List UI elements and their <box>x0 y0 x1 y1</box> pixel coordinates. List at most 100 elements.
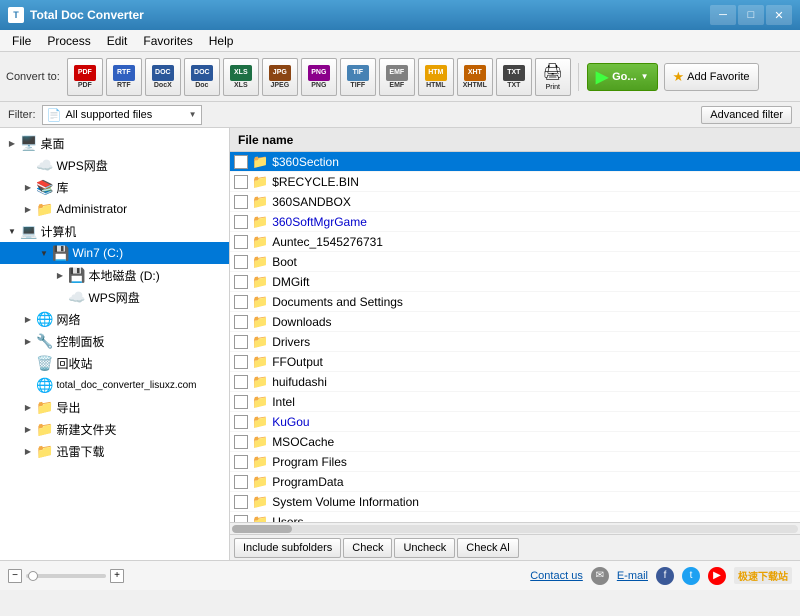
file-checkbox[interactable] <box>234 375 248 389</box>
emf-icon: EMF <box>386 65 408 81</box>
file-checkbox[interactable] <box>234 515 248 523</box>
file-checkbox[interactable] <box>234 475 248 489</box>
file-row[interactable]: 📁Users <box>230 512 800 522</box>
include-subfolders-button[interactable]: Include subfolders <box>234 538 341 558</box>
minimize-button[interactable]: ─ <box>710 5 736 25</box>
format-tiff-button[interactable]: TIF TIFF <box>340 58 376 96</box>
file-checkbox[interactable] <box>234 215 248 229</box>
tree-item-thunder[interactable]: ▶ 📁 迅雷下载 <box>0 440 229 462</box>
file-row[interactable]: 📁360SoftMgrGame <box>230 212 800 232</box>
file-row[interactable]: 📁Drivers <box>230 332 800 352</box>
file-row[interactable]: 📁Program Files <box>230 452 800 472</box>
zoom-plus-button[interactable]: + <box>110 569 124 583</box>
format-docx-button[interactable]: DOC DocX <box>145 58 181 96</box>
format-emf-button[interactable]: EMF EMF <box>379 58 415 96</box>
txt-label: TXT <box>507 82 520 89</box>
file-checkbox[interactable] <box>234 395 248 409</box>
tree-item-local-d[interactable]: ▶ 💾 本地磁盘 (D:) <box>0 264 229 286</box>
zoom-slider[interactable]: − + <box>8 569 124 583</box>
file-checkbox[interactable] <box>234 355 248 369</box>
file-row[interactable]: 📁KuGou <box>230 412 800 432</box>
menu-favorites[interactable]: Favorites <box>135 31 200 51</box>
check-button[interactable]: Check <box>343 538 392 558</box>
advanced-filter-button[interactable]: Advanced filter <box>701 106 792 124</box>
tree-item-wps-cloud2[interactable]: ☁️ WPS网盘 <box>0 286 229 308</box>
go-button[interactable]: ▶ Go... ▼ <box>587 63 658 91</box>
tree-expand-site <box>20 377 36 393</box>
file-row[interactable]: 📁huifudashi <box>230 372 800 392</box>
format-jpeg-button[interactable]: JPG JPEG <box>262 58 298 96</box>
file-checkbox[interactable] <box>234 495 248 509</box>
print-button[interactable]: 🖨 Print <box>535 58 571 96</box>
file-checkbox[interactable] <box>234 195 248 209</box>
file-row[interactable]: 📁MSOCache <box>230 432 800 452</box>
zoom-minus-button[interactable]: − <box>8 569 22 583</box>
file-row[interactable]: 📁ProgramData <box>230 472 800 492</box>
menu-process[interactable]: Process <box>39 31 98 51</box>
add-favorite-button[interactable]: ★ Add Favorite <box>664 63 759 91</box>
tree-item-administrator[interactable]: ▶ 📁 Administrator <box>0 198 229 220</box>
tree-item-recycle[interactable]: 🗑️ 回收站 <box>0 352 229 374</box>
file-row[interactable]: 📁$360Section <box>230 152 800 172</box>
file-row[interactable]: 📁DMGift <box>230 272 800 292</box>
file-checkbox[interactable] <box>234 315 248 329</box>
twitter-icon[interactable]: t <box>682 567 700 585</box>
email-link[interactable]: E-mail <box>617 570 648 582</box>
file-checkbox[interactable] <box>234 455 248 469</box>
status-bar: − + Contact us ✉ E-mail f t ▶ 极速下载站 <box>0 560 800 590</box>
format-html-button[interactable]: HTM HTML <box>418 58 454 96</box>
scrollbar-thumb[interactable] <box>232 525 292 533</box>
slider-thumb[interactable] <box>28 571 38 581</box>
file-row[interactable]: 📁FFOutput <box>230 352 800 372</box>
tree-item-library[interactable]: ▶ 📚 库 <box>0 176 229 198</box>
tree-item-wps-cloud[interactable]: ☁️ WPS网盘 <box>0 154 229 176</box>
facebook-icon[interactable]: f <box>656 567 674 585</box>
uncheck-button[interactable]: Uncheck <box>394 538 455 558</box>
tree-item-control[interactable]: ▶ 🔧 控制面板 <box>0 330 229 352</box>
format-rtf-button[interactable]: RTF RTF <box>106 58 142 96</box>
file-checkbox[interactable] <box>234 435 248 449</box>
file-row[interactable]: 📁System Volume Information <box>230 492 800 512</box>
format-pdf-button[interactable]: PDF PDF <box>67 58 103 96</box>
file-row[interactable]: 📁360SANDBOX <box>230 192 800 212</box>
file-checkbox[interactable] <box>234 175 248 189</box>
format-xls-button[interactable]: XLS XLS <box>223 58 259 96</box>
maximize-button[interactable]: □ <box>738 5 764 25</box>
tree-item-win7c[interactable]: ▼ 💾 Win7 (C:) <box>0 242 229 264</box>
filter-select[interactable]: 📄 All supported files ▼ <box>42 105 202 125</box>
tree-item-export[interactable]: ▶ 📁 导出 <box>0 396 229 418</box>
check-all-button[interactable]: Check Al <box>457 538 518 558</box>
file-checkbox[interactable] <box>234 335 248 349</box>
file-row[interactable]: 📁Intel <box>230 392 800 412</box>
slider-track <box>26 574 106 578</box>
menu-help[interactable]: Help <box>201 31 242 51</box>
format-txt-button[interactable]: TXT TXT <box>496 58 532 96</box>
email-icon[interactable]: ✉ <box>591 567 609 585</box>
folder-icon: 📁 <box>252 294 268 310</box>
file-row[interactable]: 📁Documents and Settings <box>230 292 800 312</box>
contact-us-link[interactable]: Contact us <box>530 570 583 582</box>
tree-item-total-site[interactable]: 🌐 total_doc_converter_lisuxz.com <box>0 374 229 396</box>
menu-file[interactable]: File <box>4 31 39 51</box>
file-row[interactable]: 📁Boot <box>230 252 800 272</box>
file-row[interactable]: 📁Auntec_1545276731 <box>230 232 800 252</box>
file-checkbox[interactable] <box>234 275 248 289</box>
file-row[interactable]: 📁Downloads <box>230 312 800 332</box>
file-row[interactable]: 📁$RECYCLE.BIN <box>230 172 800 192</box>
file-checkbox[interactable] <box>234 255 248 269</box>
format-xhtml-button[interactable]: XHT XHTML <box>457 58 493 96</box>
tree-item-desktop[interactable]: ▶ 🖥️ 桌面 <box>0 132 229 154</box>
format-png-button[interactable]: PNG PNG <box>301 58 337 96</box>
file-checkbox[interactable] <box>234 155 248 169</box>
file-checkbox[interactable] <box>234 415 248 429</box>
tree-item-network[interactable]: ▶ 🌐 网络 <box>0 308 229 330</box>
file-checkbox[interactable] <box>234 235 248 249</box>
menu-edit[interactable]: Edit <box>99 31 136 51</box>
file-checkbox[interactable] <box>234 295 248 309</box>
close-button[interactable]: ✕ <box>766 5 792 25</box>
format-doc-button[interactable]: DOC Doc <box>184 58 220 96</box>
file-scrollbar-x[interactable] <box>230 522 800 534</box>
tree-item-newfolder[interactable]: ▶ 📁 新建文件夹 <box>0 418 229 440</box>
tree-item-computer[interactable]: ▼ 💻 计算机 <box>0 220 229 242</box>
youtube-icon[interactable]: ▶ <box>708 567 726 585</box>
